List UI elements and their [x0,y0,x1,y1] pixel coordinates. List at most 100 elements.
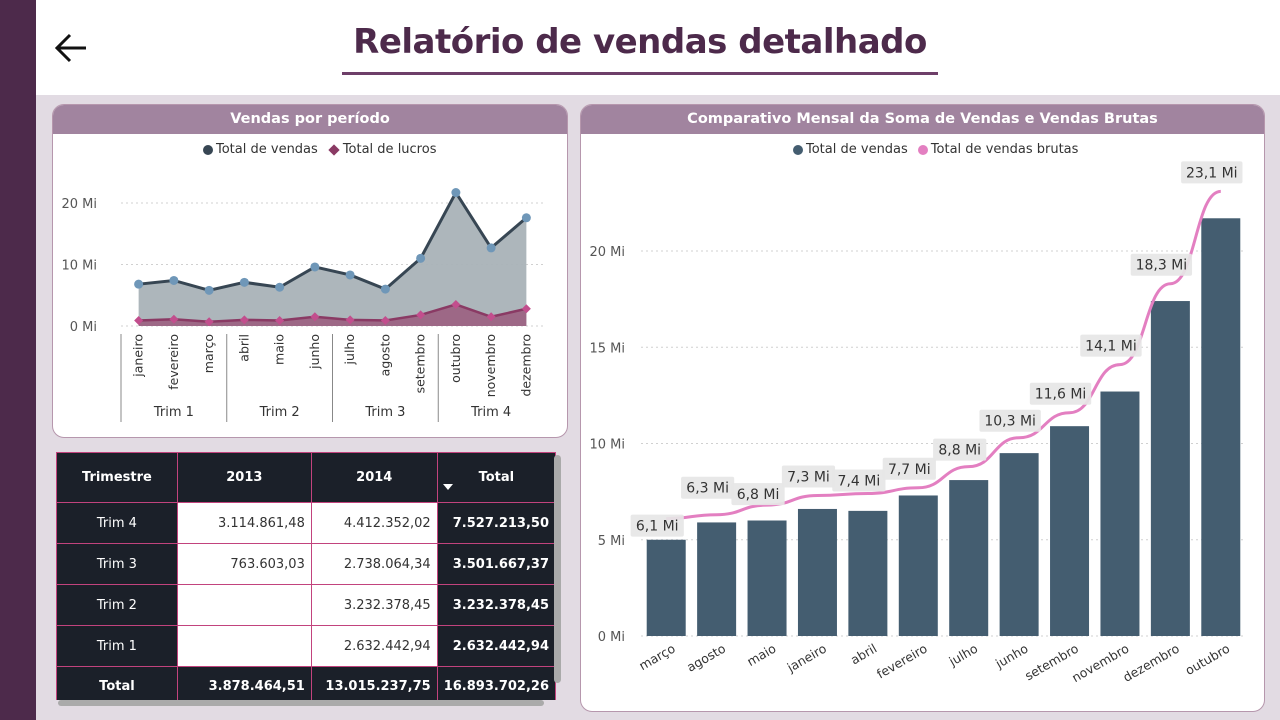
total-grand: 16.893.702,26 [436,666,556,700]
bar-total-de-vendas [848,510,888,636]
data-point-vendas [416,253,426,263]
group-label: Trim 1 [153,405,194,420]
row-label: Trim 4 [56,502,178,544]
data-point-vendas [345,270,355,280]
group-label: Trim 2 [259,405,300,420]
x-tick-label: dezembro [518,334,533,397]
table-vertical-scrollbar[interactable] [554,455,561,683]
data-label: 23,1 Mi [1186,165,1238,181]
sort-descending-icon[interactable] [442,484,453,490]
group-label: Trim 4 [470,405,511,420]
back-button[interactable] [52,28,92,68]
bar-total-de-vendas [646,539,686,636]
y-tick-label: 20 Mi [61,197,97,212]
page-title: Relatório de vendas detalhado [353,22,927,62]
y-tick-label: 5 Mi [598,534,625,549]
x-tick-label: abril [848,641,879,668]
table-row: Trim 2 3.232.378,45 3.232.378,45 [56,584,556,626]
title-underline [342,72,938,75]
sales-by-period-card: Vendas por período Total de vendas Total… [52,104,568,438]
data-label: 7,3 Mi [787,469,830,485]
x-tick-label: maio [272,334,287,365]
table-row: Trim 1 2.632.442,94 2.632.442,94 [56,625,556,667]
x-tick-label: novembro [483,334,498,397]
header: Relatório de vendas detalhado [36,0,1280,95]
bar-total-de-vendas [797,508,837,636]
data-point-vendas [275,282,285,292]
quarterly-matrix-table[interactable]: Trimestre 2013 2014 Total Trim 4 3.114.8… [56,452,556,700]
x-tick-label: junho [992,641,1031,672]
col-header-trimestre[interactable]: Trimestre [56,452,178,503]
data-point-vendas [239,277,249,287]
x-tick-label: janeiro [784,641,829,676]
cell-2013 [176,625,312,667]
cell-total: 7.527.213,50 [436,502,556,544]
data-point-vendas [380,284,390,294]
x-tick-label: março [201,334,216,373]
bar-total-de-vendas [1100,391,1140,636]
data-point-vendas [134,279,144,289]
cell-2013: 3.114.861,48 [176,502,312,544]
x-tick-label: junho [307,334,322,370]
data-label: 7,4 Mi [838,474,881,490]
sidebar [0,0,36,720]
cell-2013 [176,584,312,626]
data-point-vendas [169,275,179,285]
row-label: Trim 2 [56,584,178,626]
data-label: 8,8 Mi [938,443,981,459]
sales-by-period-header: Vendas por período [53,105,567,134]
x-tick-label: agosto [684,641,728,675]
row-label: Trim 3 [56,543,178,585]
x-tick-label: julho [342,334,357,365]
data-label: 7,7 Mi [888,462,931,478]
data-point-vendas [204,285,214,295]
bar-total-de-vendas [1150,301,1190,636]
col-header-2013[interactable]: 2013 [176,452,312,503]
cell-2014: 3.232.378,45 [310,584,438,626]
bar-total-de-vendas [1050,426,1090,636]
bar-total-de-vendas [999,453,1039,636]
data-label: 6,8 Mi [737,487,780,503]
bar-total-de-vendas [949,480,989,636]
total-row-label: Total [56,666,178,700]
bar-total-de-vendas [747,520,787,636]
monthly-comparison-card: Comparativo Mensal da Soma de Vendas e V… [580,104,1265,712]
data-label: 14,1 Mi [1085,339,1137,355]
y-tick-label: 15 Mi [589,341,625,356]
bar-total-de-vendas [697,522,737,636]
x-tick-label: março [636,641,677,674]
data-label: 6,3 Mi [686,481,729,497]
sales-area-chart: 0 Mi 10 Mi 20 Mi janeiro fevereiro março abril… [61,188,544,422]
data-point-vendas [310,262,320,272]
table-header-row: Trimestre 2013 2014 Total [56,452,556,503]
data-point-vendas [451,188,461,198]
x-tick-label: janeiro [131,334,146,378]
x-tick-label: outubro [1182,641,1232,678]
cell-total: 3.232.378,45 [436,584,556,626]
total-2013: 3.878.464,51 [176,666,312,700]
cell-2014: 2.632.442,94 [310,625,438,667]
x-tick-label: novembro [1069,641,1131,686]
x-tick-label: julho [945,641,980,670]
cell-total: 3.501.667,37 [436,543,556,585]
table-row: Trim 3 763.603,03 2.738.064,34 3.501.667… [56,543,556,585]
data-label: 18,3 Mi [1136,258,1188,274]
cell-2014: 4.412.352,02 [310,502,438,544]
col-header-total[interactable]: Total [436,452,556,503]
group-label: Trim 3 [364,405,405,420]
data-label: 10,3 Mi [984,414,1036,430]
x-tick-label: outubro [448,334,463,383]
x-tick-label: agosto [377,334,392,376]
table-horizontal-scrollbar[interactable] [58,700,544,706]
x-tick-label: dezembro [1120,641,1182,685]
y-tick-label: 0 Mi [598,630,625,645]
bar-total-de-vendas [898,495,938,636]
table-row: Trim 4 3.114.861,48 4.412.352,02 7.527.2… [56,502,556,544]
y-tick-label: 10 Mi [61,259,97,274]
arrow-left-icon [54,33,86,63]
table-total-row: Total 3.878.464,51 13.015.237,75 16.893.… [56,666,556,700]
cell-2014: 2.738.064,34 [310,543,438,585]
y-tick-label: 20 Mi [589,245,625,260]
data-label: 11,6 Mi [1035,387,1087,403]
col-header-2014[interactable]: 2014 [310,452,438,503]
